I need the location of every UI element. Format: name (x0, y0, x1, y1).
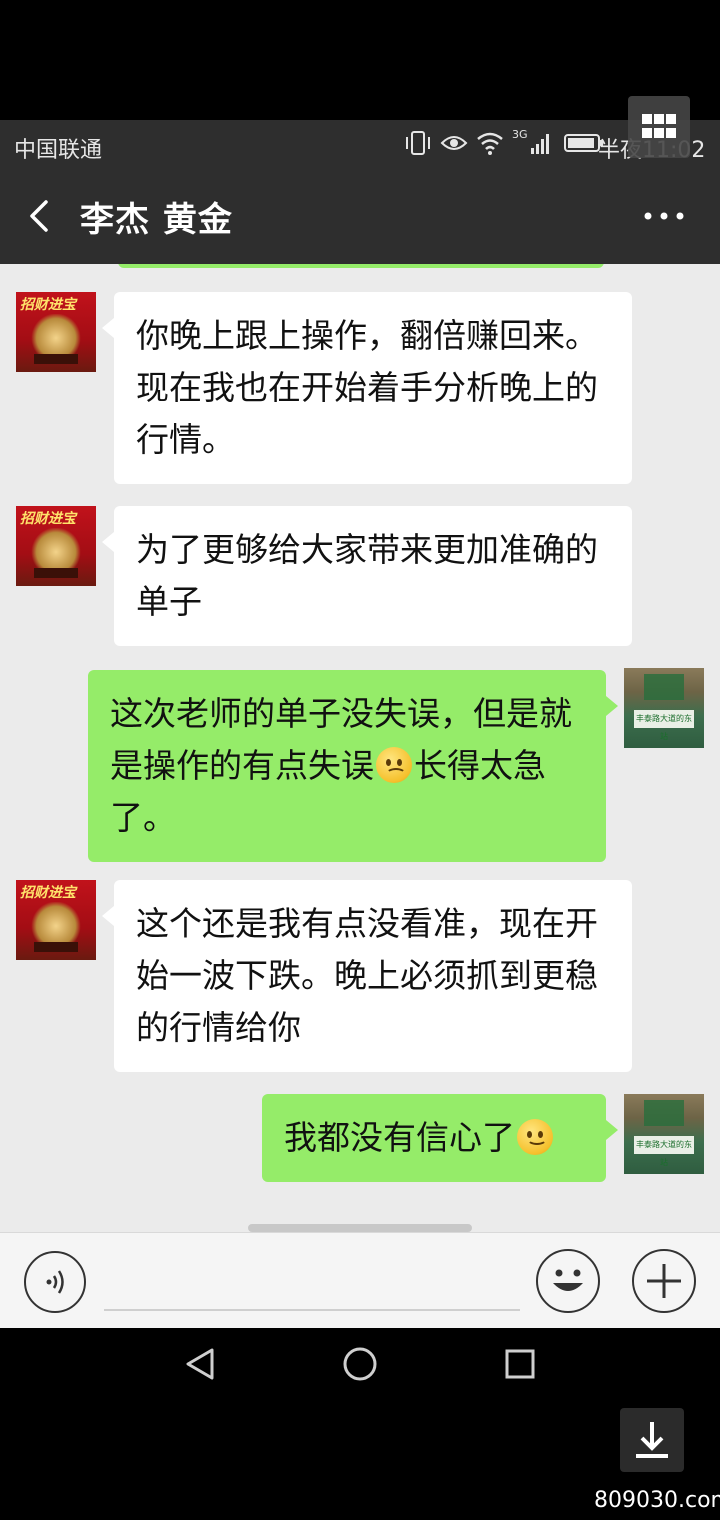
self-avatar[interactable]: 丰泰路大道的东站 (624, 668, 704, 748)
back-arrow-icon[interactable] (22, 196, 62, 236)
plus-icon (647, 1264, 681, 1298)
eye-icon (440, 136, 468, 150)
message-bubble-sent[interactable]: 这次老师的单子没失误，但是就是操作的有点失误 长得太急了。 (88, 670, 618, 862)
signal-icon (530, 134, 549, 154)
chat-title: 李杰 黄金 (80, 200, 233, 240)
message-text: 我都没有信心了 (284, 1118, 515, 1157)
message-bubble-received[interactable]: 为了更够给大家带来更加准确的单子 (102, 506, 632, 646)
scroll-indicator[interactable] (248, 1224, 472, 1232)
wifi-icon (477, 132, 503, 155)
previous-message-edge (118, 264, 604, 268)
floating-menu-button[interactable] (628, 96, 690, 158)
message-text: 这个还是我有点没看准，现在开始一波下跌。晚上必须抓到更稳的行情给你 (136, 904, 598, 1047)
nav-back-icon[interactable] (182, 1346, 218, 1382)
message-input[interactable] (104, 1309, 520, 1311)
message-bubble-received[interactable]: 你晚上跟上操作，翻倍赚回来。现在我也在开始着手分析晚上的行情。 (102, 292, 632, 484)
message-list[interactable]: 招财进宝 你晚上跟上操作，翻倍赚回来。现在我也在开始着手分析晚上的行情。 招财进… (0, 264, 720, 1232)
more-options-icon[interactable] (640, 196, 688, 236)
emoji-picker-icon (553, 1269, 583, 1291)
carrier-label: 中国联通 (14, 138, 103, 163)
download-icon (636, 1422, 668, 1458)
contact-avatar[interactable]: 招财进宝 (16, 880, 96, 960)
nav-recents-icon[interactable] (502, 1346, 538, 1382)
emoji-button[interactable] (536, 1249, 600, 1313)
message-text: 为了更够给大家带来更加准确的单子 (136, 530, 598, 621)
status-bar: 中国联通 3G 半夜11:02 (0, 120, 720, 170)
more-functions-button[interactable] (632, 1249, 696, 1313)
contact-avatar[interactable]: 招财进宝 (16, 506, 96, 586)
input-bar (0, 1232, 720, 1329)
voice-icon (46, 1270, 64, 1294)
message-bubble-sent[interactable]: 我都没有信心了 (262, 1094, 618, 1182)
sad-face-icon (376, 747, 412, 783)
top-black-area (0, 0, 720, 120)
voice-input-button[interactable] (24, 1251, 86, 1313)
download-button[interactable] (620, 1408, 684, 1472)
nav-home-icon[interactable] (342, 1346, 378, 1382)
message-bubble-received[interactable]: 这个还是我有点没看准，现在开始一波下跌。晚上必须抓到更稳的行情给你 (102, 880, 632, 1072)
contact-avatar[interactable]: 招财进宝 (16, 292, 96, 372)
chat-header: 李杰 黄金 (0, 170, 720, 264)
vibrate-icon (406, 131, 430, 155)
watermark: 809030.com (594, 1488, 720, 1513)
network-label: 3G (512, 127, 528, 141)
smile-face-icon (517, 1119, 553, 1155)
self-avatar[interactable]: 丰泰路大道的东站 (624, 1094, 704, 1174)
status-icons: 3G (404, 127, 606, 156)
message-text: 你晚上跟上操作，翻倍赚回来。现在我也在开始着手分析晚上的行情。 (136, 316, 598, 459)
